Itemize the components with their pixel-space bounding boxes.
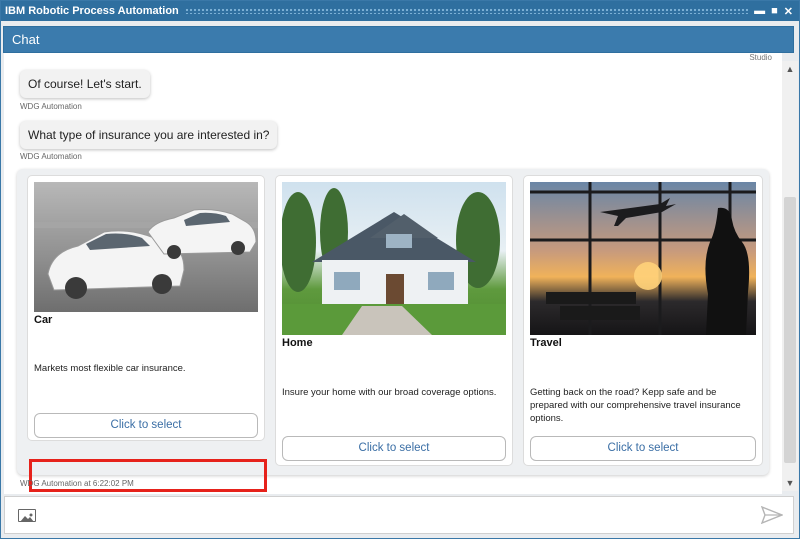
card-title: Car: [34, 314, 53, 326]
chat-title: Chat: [12, 32, 40, 47]
chat-scrollbar[interactable]: ▲ ▼: [782, 61, 798, 491]
chat-message-area[interactable]: Studio Of course! Let's start. WDG Autom…: [4, 53, 782, 494]
scroll-thumb[interactable]: [784, 197, 796, 463]
house-image: [282, 182, 506, 335]
window-title: IBM Robotic Process Automation: [5, 5, 179, 17]
scroll-down-icon[interactable]: ▼: [782, 475, 798, 491]
message-sender: WDG Automation: [20, 102, 82, 111]
minimize-icon[interactable]: ▬: [754, 5, 765, 18]
message-sender: WDG Automation: [20, 152, 82, 161]
bot-message-bubble: What type of insurance you are intereste…: [20, 121, 278, 149]
message-input[interactable]: [4, 496, 794, 534]
card-description: Getting back on the road? Kepp safe and …: [530, 387, 741, 424]
card-description: Markets most flexible car insurance.: [34, 363, 186, 374]
message-timestamp: WDG Automation at 6:22:02 PM: [20, 479, 134, 488]
message-text: Of course! Let's start.: [28, 77, 142, 91]
title-bar[interactable]: IBM Robotic Process Automation ▬ ■ ✕: [1, 1, 799, 21]
card-car[interactable]: Car Markets most flexible car insurance.…: [27, 175, 265, 441]
message-text: What type of insurance you are intereste…: [28, 128, 270, 142]
card-title: Travel: [530, 337, 562, 349]
select-travel-button[interactable]: Click to select: [530, 436, 756, 461]
studio-label: Studio: [749, 53, 772, 62]
image-attach-icon[interactable]: [18, 509, 36, 522]
card-home[interactable]: Home Insure your home with our broad cov…: [275, 175, 513, 466]
card-travel[interactable]: Travel Getting back on the road? Kepp sa…: [523, 175, 763, 466]
send-icon[interactable]: [760, 505, 784, 529]
travel-image: [530, 182, 756, 335]
scroll-up-icon[interactable]: ▲: [782, 61, 798, 77]
card-description: Insure your home with our broad coverage…: [282, 387, 497, 398]
card-title: Home: [282, 337, 313, 349]
select-home-button[interactable]: Click to select: [282, 436, 506, 461]
car-image: [34, 182, 258, 312]
select-car-button[interactable]: Click to select: [34, 413, 258, 438]
title-grip: [184, 8, 749, 14]
app-window: IBM Robotic Process Automation ▬ ■ ✕ Cha…: [0, 0, 800, 539]
insurance-card-carousel: Car Markets most flexible car insurance.…: [17, 169, 769, 492]
bot-message-bubble: Of course! Let's start.: [20, 70, 150, 98]
maximize-icon[interactable]: ■: [771, 5, 778, 18]
chat-header: Chat: [3, 26, 794, 53]
close-icon[interactable]: ✕: [784, 5, 793, 18]
